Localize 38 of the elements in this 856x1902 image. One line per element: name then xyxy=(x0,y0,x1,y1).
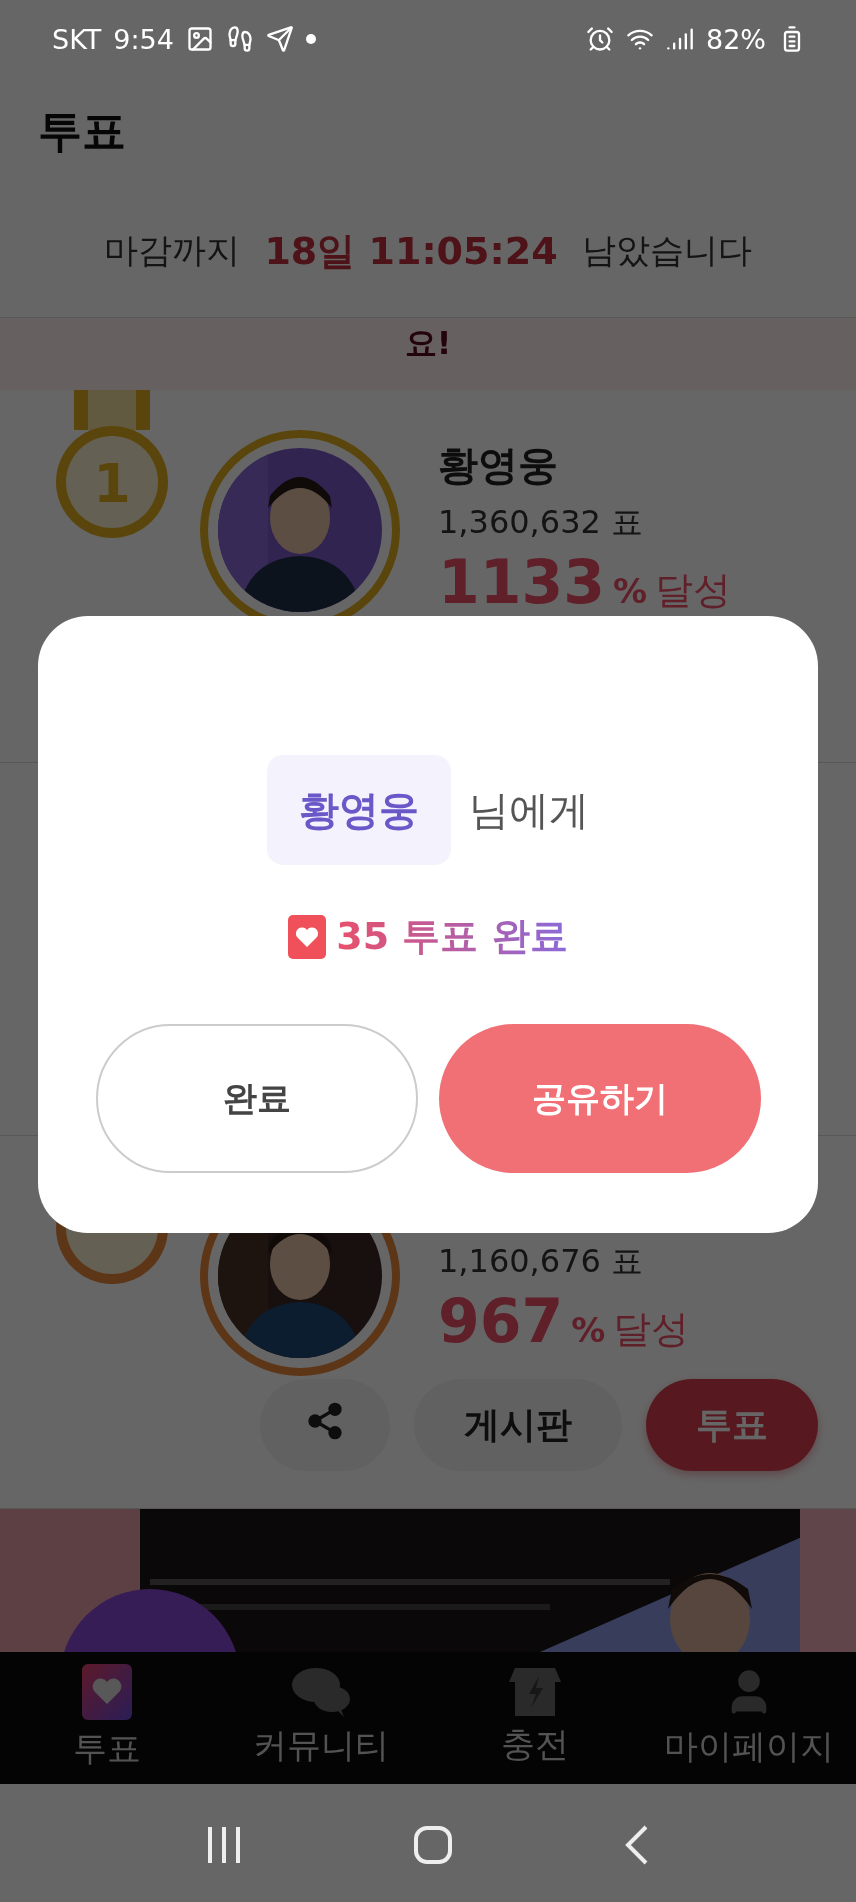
done-button[interactable]: 완료 xyxy=(95,1024,418,1173)
alarm-icon xyxy=(586,25,614,53)
achievement-percent: 967 xyxy=(438,1286,564,1356)
percent-unit: % xyxy=(571,1310,606,1350)
board-button[interactable]: 게시판 xyxy=(414,1379,622,1471)
carrier-name: SKT xyxy=(52,23,102,55)
recipient-suffix: 님에게 xyxy=(469,785,589,835)
notification-dot-icon xyxy=(305,34,316,44)
nav-tab[interactable]: 커뮤니티 xyxy=(214,1652,428,1784)
notice-text: 요! xyxy=(404,323,452,364)
percent-unit: % xyxy=(613,571,648,611)
footprints-icon xyxy=(225,25,254,53)
rank-number: 1 xyxy=(92,452,132,515)
nav-tab[interactable]: 투표 xyxy=(0,1652,214,1784)
recent-apps-icon xyxy=(205,1824,242,1865)
battery-percent: 82% xyxy=(706,23,766,55)
achievement-percent: 1133 xyxy=(438,547,605,617)
nav-tab[interactable]: 마이페이지 xyxy=(642,1652,856,1784)
countdown-suffix: 남았습니다 xyxy=(581,229,752,272)
share-icon xyxy=(305,1401,345,1441)
countdown-time: 18일 11:05:24 xyxy=(264,227,558,275)
achievement-label: 달성 xyxy=(655,567,732,614)
nav-tab[interactable]: 충전 xyxy=(428,1652,642,1784)
gallery-icon xyxy=(185,25,214,53)
vote-count: 1,360,632 표 xyxy=(438,502,645,543)
clock-time: 9:54 xyxy=(113,23,174,55)
send-icon xyxy=(265,25,294,53)
vote-button[interactable]: 투표 xyxy=(646,1379,818,1471)
shop-lightning-icon xyxy=(509,1668,561,1716)
recipient-name: 황영웅 xyxy=(267,755,451,865)
candidate-name: 황영웅 xyxy=(438,441,559,490)
vote-count: 1,160,676 표 xyxy=(438,1241,645,1282)
page-title: 투표 xyxy=(38,104,126,158)
chat-bubbles-icon xyxy=(292,1667,350,1717)
countdown-prefix: 마감까지 xyxy=(104,229,241,272)
home-icon xyxy=(413,1824,453,1865)
share-button[interactable]: 공유하기 xyxy=(438,1024,761,1173)
achievement-label: 달성 xyxy=(613,1306,690,1353)
